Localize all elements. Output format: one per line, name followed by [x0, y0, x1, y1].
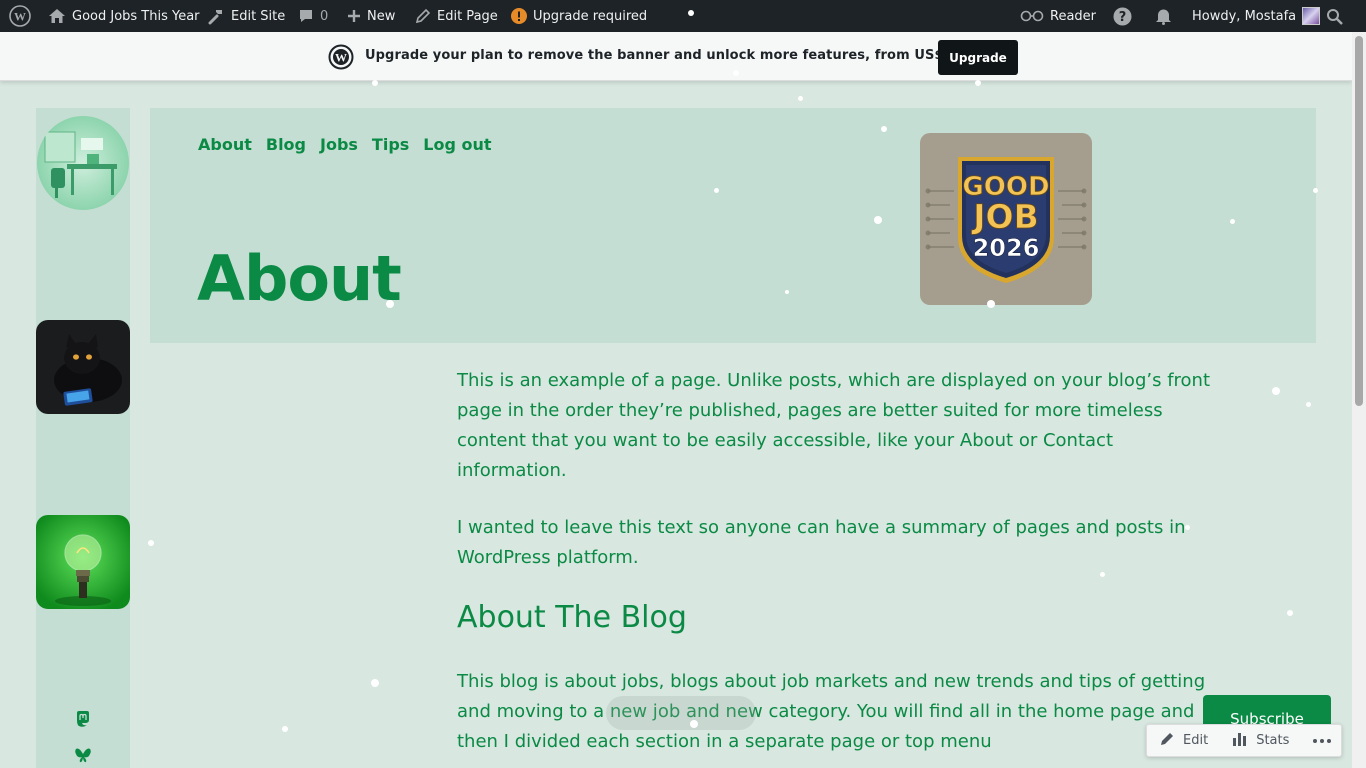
edit-page-menu[interactable]: Edit Page	[415, 0, 498, 32]
warning-icon	[511, 8, 527, 24]
mastodon-icon[interactable]	[74, 710, 92, 728]
comments-menu[interactable]: 0	[298, 0, 328, 32]
snowflake	[733, 70, 739, 76]
plus-icon	[347, 9, 361, 23]
reader-label: Reader	[1050, 8, 1097, 24]
edit-site-menu[interactable]: Edit Site	[207, 0, 285, 32]
new-label: New	[367, 8, 396, 24]
page-scrollbar[interactable]	[1352, 32, 1366, 768]
reader-menu[interactable]: Reader	[1020, 0, 1096, 32]
paragraph-summary: I wanted to leave this text so anyone ca…	[457, 517, 1186, 568]
stats-action[interactable]: Stats	[1220, 732, 1301, 750]
site-name-menu[interactable]: Good Jobs This Year	[48, 0, 200, 32]
site-logo[interactable]: GOOD JOB 2026	[920, 133, 1092, 305]
snowflake	[688, 10, 694, 16]
svg-text:?: ?	[1119, 10, 1127, 25]
snowflake	[1230, 219, 1235, 224]
stats-action-label: Stats	[1256, 733, 1290, 748]
nav-item-jobs[interactable]: Jobs	[320, 135, 358, 154]
green-lightbulb-image	[36, 515, 130, 609]
snowflake	[690, 720, 698, 728]
snowflake	[1313, 188, 1318, 193]
reader-glasses-icon	[1020, 10, 1044, 22]
snowflake	[798, 96, 803, 101]
admin-bar: W Good Jobs This Year Edit Site 0 New Ed…	[0, 0, 1366, 32]
hammer-icon	[207, 7, 225, 25]
nav-item-tips[interactable]: Tips	[372, 135, 409, 154]
more-options-icon[interactable]	[1301, 738, 1343, 743]
logo-text-line3: 2026	[973, 234, 1040, 262]
edit-action-label: Edit	[1183, 733, 1209, 748]
bar-chart-icon	[1232, 732, 1248, 750]
nav-item-about[interactable]: About	[198, 135, 252, 154]
snowflake	[881, 126, 887, 132]
nav-item-log-out[interactable]: Log out	[423, 135, 491, 154]
edit-action[interactable]: Edit	[1147, 731, 1220, 751]
snowflake	[1272, 387, 1280, 395]
black-cat-image	[36, 320, 130, 414]
nav-item-blog[interactable]: Blog	[266, 135, 306, 154]
snowflake	[874, 216, 882, 224]
snowflake	[372, 80, 378, 86]
search-icon[interactable]	[1326, 0, 1343, 32]
upgrade-button[interactable]: Upgrade	[938, 40, 1018, 75]
upgrade-required-label: Upgrade required	[533, 8, 648, 24]
snowflake	[975, 80, 981, 86]
floating-action-bar: Edit Stats	[1146, 724, 1342, 757]
snowflake	[386, 300, 394, 308]
upgrade-required-menu[interactable]: Upgrade required	[511, 0, 647, 32]
home-icon	[48, 8, 66, 24]
faint-watermark	[604, 690, 764, 745]
snowflake	[1100, 572, 1105, 577]
edit-site-label: Edit Site	[231, 8, 286, 24]
scrollbar-thumb[interactable]	[1355, 36, 1363, 406]
office-desk-image	[37, 116, 129, 210]
notifications-bell-icon[interactable]	[1155, 0, 1172, 32]
avatar	[1302, 7, 1321, 25]
site-name-label: Good Jobs This Year	[72, 8, 200, 24]
main-navigation: About Blog Jobs Tips Log out	[198, 135, 492, 154]
snowflake	[714, 188, 719, 193]
paragraph-about-blog: This blog is about jobs, blogs about job…	[457, 671, 1206, 752]
page-title: About	[197, 242, 402, 315]
logo-text-line2: JOB	[971, 197, 1038, 236]
howdy-label: Howdy, Mostafa	[1192, 8, 1297, 24]
snowflake	[1306, 402, 1311, 407]
pencil-icon	[1159, 731, 1175, 751]
banner-message: Upgrade your plan to remove the banner a…	[365, 48, 1006, 63]
comments-count: 0	[320, 8, 329, 24]
help-icon[interactable]: ?	[1113, 0, 1132, 32]
snowflake	[785, 290, 789, 294]
snowflake	[282, 726, 288, 732]
bluesky-butterfly-icon[interactable]	[74, 746, 92, 764]
page-content: This is an example of a page. Unlike pos…	[457, 366, 1227, 768]
svg-text:W: W	[335, 51, 347, 65]
pencil-icon	[415, 8, 431, 24]
user-account-menu[interactable]: Howdy, Mostafa	[1192, 0, 1321, 32]
snowflake	[1287, 610, 1293, 616]
upgrade-banner: W Upgrade your plan to remove the banner…	[0, 32, 1352, 81]
snowflake	[987, 300, 995, 308]
paragraph-intro: This is an example of a page. Unlike pos…	[457, 370, 1211, 481]
wordpress-logo-icon[interactable]: W	[9, 0, 31, 32]
snowflake	[148, 540, 154, 546]
comment-bubble-icon	[298, 8, 314, 24]
new-content-menu[interactable]: New	[347, 0, 395, 32]
svg-text:W: W	[14, 10, 26, 24]
snowflake	[371, 679, 379, 687]
snowflake	[1185, 525, 1190, 530]
wordpress-logo-icon: W	[328, 44, 354, 70]
section-heading-about-blog: About The Blog	[457, 600, 687, 635]
edit-page-label: Edit Page	[437, 8, 498, 24]
